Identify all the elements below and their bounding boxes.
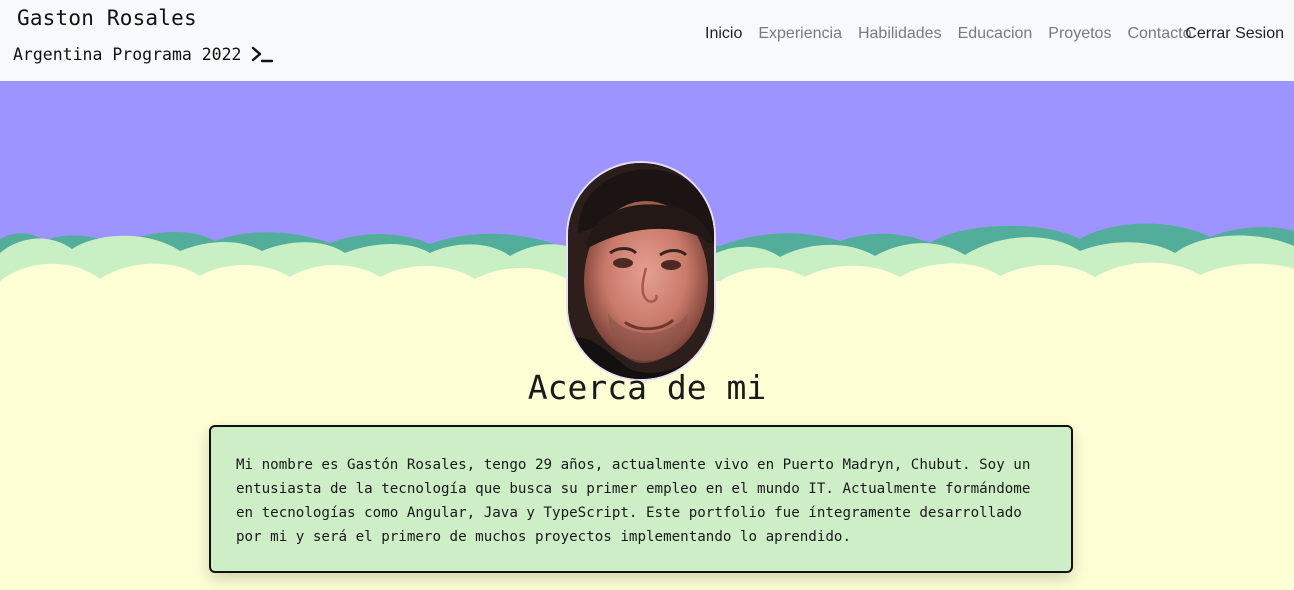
brand-subtitle-text: Argentina Programa 2022 [13, 44, 242, 64]
brand-name[interactable]: Gaston Rosales [17, 6, 197, 30]
profile-avatar [566, 161, 716, 381]
terminal-prompt-icon [252, 46, 274, 63]
navbar: Gaston Rosales Argentina Programa 2022 I… [0, 0, 1294, 81]
about-title: Acerca de mi [527, 368, 767, 407]
nav-item-educacion[interactable]: Educacion [958, 24, 1033, 44]
about-text: Mi nombre es Gastón Rosales, tengo 29 añ… [236, 457, 1031, 545]
profile-photo [568, 163, 714, 379]
hero-section: Acerca de mi Mi nombre es Gastón Rosales… [0, 81, 1294, 590]
nav-links: Inicio Experiencia Habilidades Educacion… [705, 24, 1199, 44]
nav-item-experiencia[interactable]: Experiencia [758, 24, 842, 44]
nav-item-proyectos[interactable]: Proyetos [1048, 24, 1111, 44]
logout-link[interactable]: Cerrar Sesion [1185, 24, 1284, 44]
nav-item-contacto[interactable]: Contacto [1127, 24, 1191, 44]
about-card: Mi nombre es Gastón Rosales, tengo 29 añ… [209, 425, 1073, 573]
nav-item-habilidades[interactable]: Habilidades [858, 24, 942, 44]
nav-item-inicio[interactable]: Inicio [705, 24, 742, 44]
brand-subtitle: Argentina Programa 2022 [13, 44, 274, 64]
